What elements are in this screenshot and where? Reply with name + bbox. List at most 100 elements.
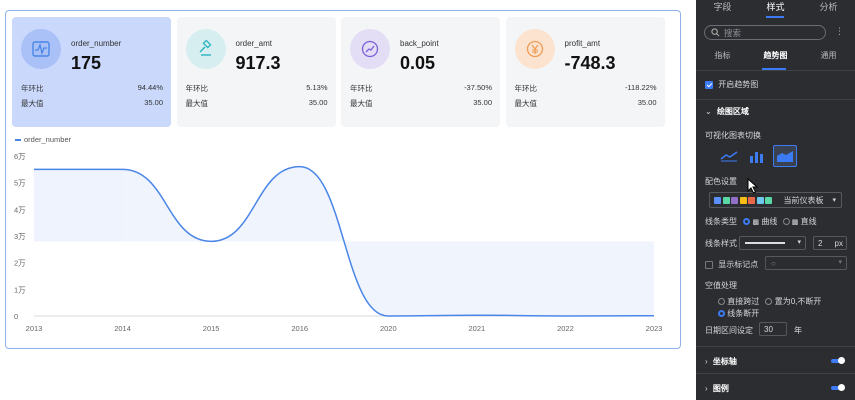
date-interval-unit: 年: [794, 326, 802, 335]
color-swatch: [722, 196, 730, 204]
subtab-metric[interactable]: 指标: [696, 50, 749, 68]
show-marker-checkbox[interactable]: [705, 260, 713, 269]
subtab-general[interactable]: 通用: [802, 50, 855, 68]
straight-icon: ▩: [791, 219, 799, 226]
section-axis-title: 坐标轴: [712, 357, 737, 366]
color-settings-label: 配色设置: [705, 177, 737, 186]
chevron-right-icon: ›: [705, 357, 708, 366]
color-swatches: [714, 196, 774, 204]
section-plot-header[interactable]: ⌄ 绘图区域: [705, 106, 749, 117]
null-break-radio[interactable]: [718, 310, 725, 318]
tab-active-indicator: [766, 16, 784, 18]
date-interval-input[interactable]: 30: [759, 322, 787, 336]
y-tick-label: 5万: [14, 179, 26, 188]
trend-line-chart: 0 1万 2万 3万 4万 5万 6万 2013 2014 2015 2016 2020 2021 202…: [14, 152, 663, 333]
bar-chart-type-button[interactable]: [745, 145, 769, 167]
y-tick-label: 0: [14, 312, 18, 321]
date-interval-value: 30: [764, 325, 773, 334]
bar-chart-icon: [750, 152, 763, 163]
enable-trend-checkbox[interactable]: [705, 80, 713, 89]
null-skip-radio[interactable]: [718, 298, 725, 306]
axis-toggle[interactable]: [831, 357, 845, 364]
y-tick-label: 4万: [14, 205, 26, 214]
color-swatch: [765, 196, 772, 204]
color-swatch: [756, 196, 764, 204]
null-break-row: 线条断开: [718, 308, 759, 319]
line-width-unit: px: [834, 239, 843, 248]
line-type-label: 线条类型: [705, 217, 737, 226]
mouse-cursor-icon: [747, 178, 759, 194]
y-tick-label: 6万: [14, 152, 26, 161]
line-type-row: 线条类型 ▩ 曲线 ▩ 直线: [705, 216, 855, 227]
tab-analysis[interactable]: 分析: [802, 0, 855, 20]
null-skip-label: 直接跨过: [727, 297, 760, 306]
line-type-straight-radio[interactable]: [782, 218, 790, 226]
line-chart-icon: [720, 151, 738, 162]
curve-icon: ▩: [752, 219, 760, 226]
section-legend-title: 图例: [712, 384, 729, 393]
section-legend-header[interactable]: › 图例: [705, 383, 729, 394]
y-tick-label: 3万: [14, 232, 26, 241]
chevron-down-icon: ⌄: [705, 107, 712, 116]
x-tick-label: 2022: [557, 324, 574, 333]
divider: [696, 70, 855, 71]
line-style-label: 线条样式: [705, 239, 737, 248]
chevron-down-icon: ▾: [797, 239, 801, 246]
y-tick-label: 2万: [14, 259, 26, 268]
line-width-input[interactable]: 2 px: [813, 236, 847, 250]
search-input[interactable]: 搜索: [704, 25, 826, 40]
x-tick-label: 2023: [646, 324, 663, 333]
chevron-right-icon: ›: [705, 384, 708, 393]
null-options-row: 直接跨过 置为0,不断开: [718, 296, 821, 307]
divider: [696, 373, 855, 374]
show-marker-row[interactable]: 显示标记点: [705, 259, 758, 270]
search-icon: [711, 28, 720, 37]
line-style-preview: [745, 242, 785, 244]
color-swatch: [714, 196, 721, 204]
properties-panel: 字段 样式 分析 搜索 ⋮ 指标 趋势图 通用 开启趋势图 ⌄ 绘图区域 可视化…: [696, 0, 855, 400]
color-swatch: [739, 196, 747, 204]
null-zero-radio[interactable]: [765, 298, 773, 306]
y-tick-label: 1万: [14, 285, 26, 294]
section-plot-title: 绘图区域: [716, 107, 749, 116]
x-tick-label: 2016: [291, 324, 308, 333]
subtab-trend[interactable]: 趋势图: [749, 50, 802, 68]
line-style-select[interactable]: ▾: [739, 236, 806, 250]
marker-shape-value: ○: [771, 259, 776, 268]
legend-toggle[interactable]: [831, 384, 845, 391]
tab-fields[interactable]: 字段: [696, 0, 749, 20]
x-tick-label: 2021: [469, 324, 486, 333]
divider: [696, 99, 855, 100]
line-chart-type-button[interactable]: [717, 145, 741, 167]
chevron-down-icon: ▾: [838, 259, 842, 266]
area-chart-icon: [777, 151, 793, 162]
x-tick-label: 2013: [26, 324, 43, 333]
search-placeholder: 搜索: [724, 27, 742, 38]
show-marker-label: 显示标记点: [718, 260, 759, 269]
color-swatch: [748, 196, 755, 204]
chart-switch-label: 可视化图表切换: [705, 131, 761, 140]
null-handling-label: 空值处理: [705, 281, 737, 290]
enable-trend-row[interactable]: 开启趋势图: [705, 79, 758, 90]
chevron-down-icon: ▾: [832, 197, 836, 204]
marker-shape-select[interactable]: ○ ▾: [765, 256, 847, 270]
color-swatch: [731, 196, 738, 204]
null-zero-label: 置为0,不断开: [774, 297, 822, 306]
style-subtabs: 指标 趋势图 通用: [696, 50, 855, 68]
date-interval-label: 日期区间设定: [705, 326, 753, 335]
x-tick-label: 2020: [380, 324, 397, 333]
color-theme-value: 当前仪表板: [783, 195, 824, 205]
line-type-curve-label: 曲线: [761, 217, 778, 226]
line-type-straight-label: 直线: [800, 217, 817, 226]
null-break-label: 线条断开: [727, 309, 760, 318]
x-tick-label: 2014: [114, 324, 131, 333]
enable-trend-label: 开启趋势图: [718, 80, 759, 89]
line-width-value: 2: [818, 239, 823, 248]
divider: [696, 346, 855, 347]
section-axis-header[interactable]: › 坐标轴: [705, 356, 737, 367]
more-options-icon[interactable]: ⋮: [835, 26, 844, 37]
line-type-curve-radio[interactable]: [743, 218, 751, 226]
color-theme-select[interactable]: 当前仪表板 ▾: [709, 192, 842, 208]
area-chart-type-button[interactable]: [773, 145, 797, 167]
x-tick-label: 2015: [203, 324, 220, 333]
